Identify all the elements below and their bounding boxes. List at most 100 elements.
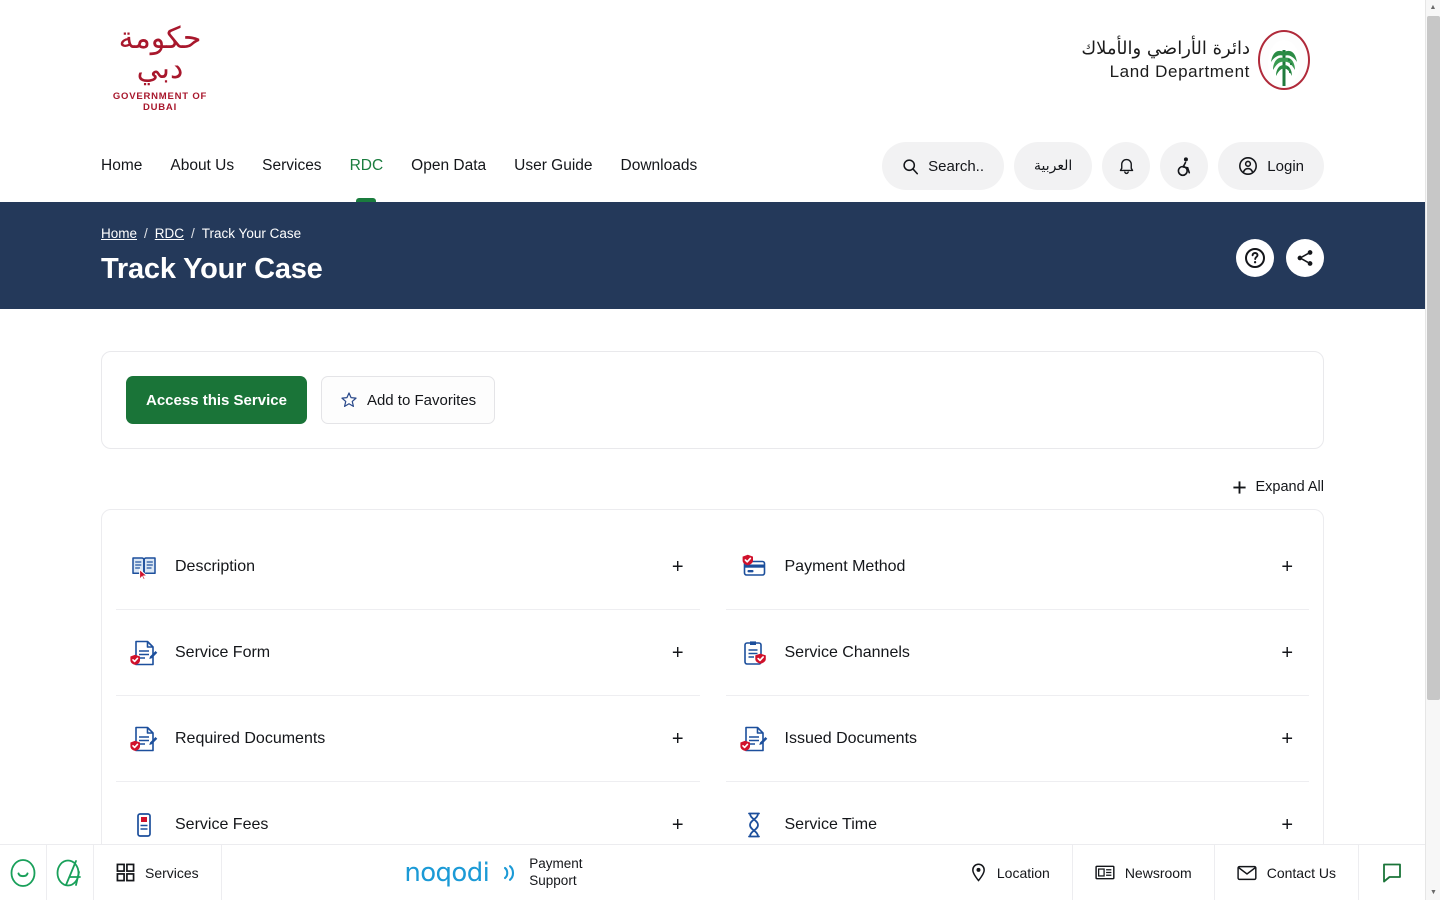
accordion-label: Required Documents	[175, 730, 655, 748]
main-content: Access this Service Add to Favorites Exp…	[0, 351, 1425, 883]
footer-contact-label: Contact Us	[1267, 865, 1336, 881]
accordion-label: Service Form	[175, 644, 655, 662]
breadcrumb: Home / RDC / Track Your Case	[101, 226, 1324, 241]
breadcrumb-item-rdc[interactable]: RDC	[155, 226, 184, 241]
breadcrumb-item-current: Track Your Case	[202, 226, 301, 241]
dubai-land-department-seal-icon	[1258, 30, 1310, 90]
accordion-label: Description	[175, 558, 655, 576]
page-scrollbar[interactable]: ▲ ▼	[1425, 0, 1440, 900]
footer-location-button[interactable]: Location	[948, 845, 1073, 900]
scrollbar-thumb[interactable]	[1427, 16, 1440, 700]
service-time-icon	[740, 811, 768, 839]
language-toggle-button[interactable]: العربية	[1014, 142, 1092, 190]
expand-all-label: Expand All	[1255, 479, 1324, 495]
help-button[interactable]	[1236, 239, 1274, 277]
dld-arabic-text: دائرة الأراضي والأملاك	[1081, 38, 1250, 61]
accordion-item-issued-documents[interactable]: Issued Documents +	[726, 696, 1310, 782]
document-edit-check-icon	[740, 725, 768, 753]
nav-item-home[interactable]: Home	[101, 151, 142, 181]
accessibility-icon	[1174, 156, 1195, 177]
login-label: Login	[1267, 158, 1304, 175]
user-circle-icon	[1238, 156, 1258, 176]
breadcrumb-item-home[interactable]: Home	[101, 226, 137, 241]
dubai-a-logo-button[interactable]	[47, 845, 94, 900]
accordion-expand-icon[interactable]: +	[672, 729, 684, 749]
government-of-dubai-logo[interactable]: حكومة دبي GOVERNMENT OF DUBAI	[101, 24, 219, 113]
accordion-expand-icon[interactable]: +	[1281, 729, 1293, 749]
accordion-expand-icon[interactable]: +	[1281, 643, 1293, 663]
page-title: Track Your Case	[101, 253, 1324, 286]
dld-english-text: Land Department	[1081, 61, 1250, 82]
site-header: حكومة دبي GOVERNMENT OF DUBAI دائرة الأر…	[0, 0, 1425, 130]
nav-item-rdc[interactable]: RDC	[350, 151, 384, 181]
dubai-land-department-logo[interactable]: دائرة الأراضي والأملاك Land Department	[1081, 30, 1310, 90]
footer-newsroom-button[interactable]: Newsroom	[1073, 845, 1215, 900]
plus-icon	[1232, 480, 1247, 495]
footer-services-label: Services	[145, 865, 199, 881]
banner-action-buttons	[1236, 239, 1324, 277]
footer-newsroom-label: Newsroom	[1125, 865, 1192, 881]
happiness-meter-button[interactable]	[0, 845, 47, 900]
star-icon	[340, 391, 358, 409]
footer-chat-button[interactable]	[1359, 845, 1425, 900]
map-pin-icon	[970, 863, 987, 882]
newspaper-icon	[1095, 864, 1115, 881]
clipboard-check-icon	[740, 639, 768, 667]
nav-item-downloads[interactable]: Downloads	[621, 151, 698, 181]
share-button[interactable]	[1286, 239, 1324, 277]
accordion-grid: Description + Payment Method +	[116, 524, 1309, 868]
search-button[interactable]: Search..	[882, 142, 1004, 190]
notifications-button[interactable]	[1102, 142, 1150, 190]
noqodi-logo-text: noqodi	[404, 858, 489, 888]
expand-all-row: Expand All	[101, 479, 1324, 495]
service-action-card: Access this Service Add to Favorites	[101, 351, 1324, 449]
chat-bubble-icon	[1381, 862, 1403, 884]
payment-support-line1: Payment	[529, 856, 582, 872]
document-edit-check-icon	[130, 725, 158, 753]
accordion-label: Payment Method	[785, 558, 1265, 576]
main-navigation: Home About Us Services RDC Open Data Use…	[0, 130, 1425, 202]
nav-utilities: Search.. العربية	[882, 142, 1324, 190]
footer-right-links: Location Newsroom Contact Us	[948, 845, 1425, 900]
accordion-expand-icon[interactable]: +	[672, 815, 684, 835]
accordion-item-service-form[interactable]: Service Form +	[116, 610, 700, 696]
accessibility-button[interactable]	[1160, 142, 1208, 190]
gov-logo-english-text: GOVERNMENT OF DUBAI	[101, 91, 219, 113]
footer-services-button[interactable]: Services	[94, 845, 222, 900]
grid-icon	[116, 863, 135, 882]
accordion-item-description[interactable]: Description +	[116, 524, 700, 610]
scrollbar-down-arrow[interactable]: ▼	[1426, 885, 1440, 900]
accordion-item-service-channels[interactable]: Service Channels +	[726, 610, 1310, 696]
access-this-service-button[interactable]: Access this Service	[126, 376, 307, 424]
accordion-expand-icon[interactable]: +	[672, 557, 684, 577]
search-icon	[902, 158, 919, 175]
accordion-expand-icon[interactable]: +	[1281, 557, 1293, 577]
page-viewport: حكومة دبي GOVERNMENT OF DUBAI دائرة الأر…	[0, 0, 1425, 900]
noqodi-payment-support[interactable]: noqodi Payment Support	[404, 856, 582, 888]
accordion-expand-icon[interactable]: +	[1281, 815, 1293, 835]
expand-all-button[interactable]: Expand All	[1232, 479, 1324, 495]
share-icon	[1294, 247, 1316, 269]
accordion-label: Service Channels	[785, 644, 1265, 662]
accordion-expand-icon[interactable]: +	[672, 643, 684, 663]
login-button[interactable]: Login	[1218, 142, 1324, 190]
footer-contact-us-button[interactable]: Contact Us	[1215, 845, 1359, 900]
bottom-utility-bar: Services noqodi Payment Support Location	[0, 844, 1425, 900]
accordion-item-payment-method[interactable]: Payment Method +	[726, 524, 1310, 610]
payment-support-text: Payment Support	[529, 856, 582, 888]
search-label: Search..	[928, 158, 984, 175]
breadcrumb-separator-2: /	[191, 226, 195, 241]
envelope-icon	[1237, 865, 1257, 881]
nav-item-open-data[interactable]: Open Data	[411, 151, 486, 181]
scrollbar-up-arrow[interactable]: ▲	[1426, 0, 1440, 15]
accordion-item-required-documents[interactable]: Required Documents +	[116, 696, 700, 782]
nav-item-about-us[interactable]: About Us	[170, 151, 234, 181]
add-to-favorites-button[interactable]: Add to Favorites	[321, 376, 495, 424]
dubai-a-logo-icon	[55, 858, 85, 888]
nav-item-services[interactable]: Services	[262, 151, 321, 181]
credit-card-check-icon	[740, 553, 768, 581]
service-details-panel: Description + Payment Method +	[101, 509, 1324, 883]
dld-logo-text: دائرة الأراضي والأملاك Land Department	[1081, 38, 1250, 82]
scrollbar-track[interactable]	[1426, 700, 1440, 885]
nav-item-user-guide[interactable]: User Guide	[514, 151, 592, 181]
